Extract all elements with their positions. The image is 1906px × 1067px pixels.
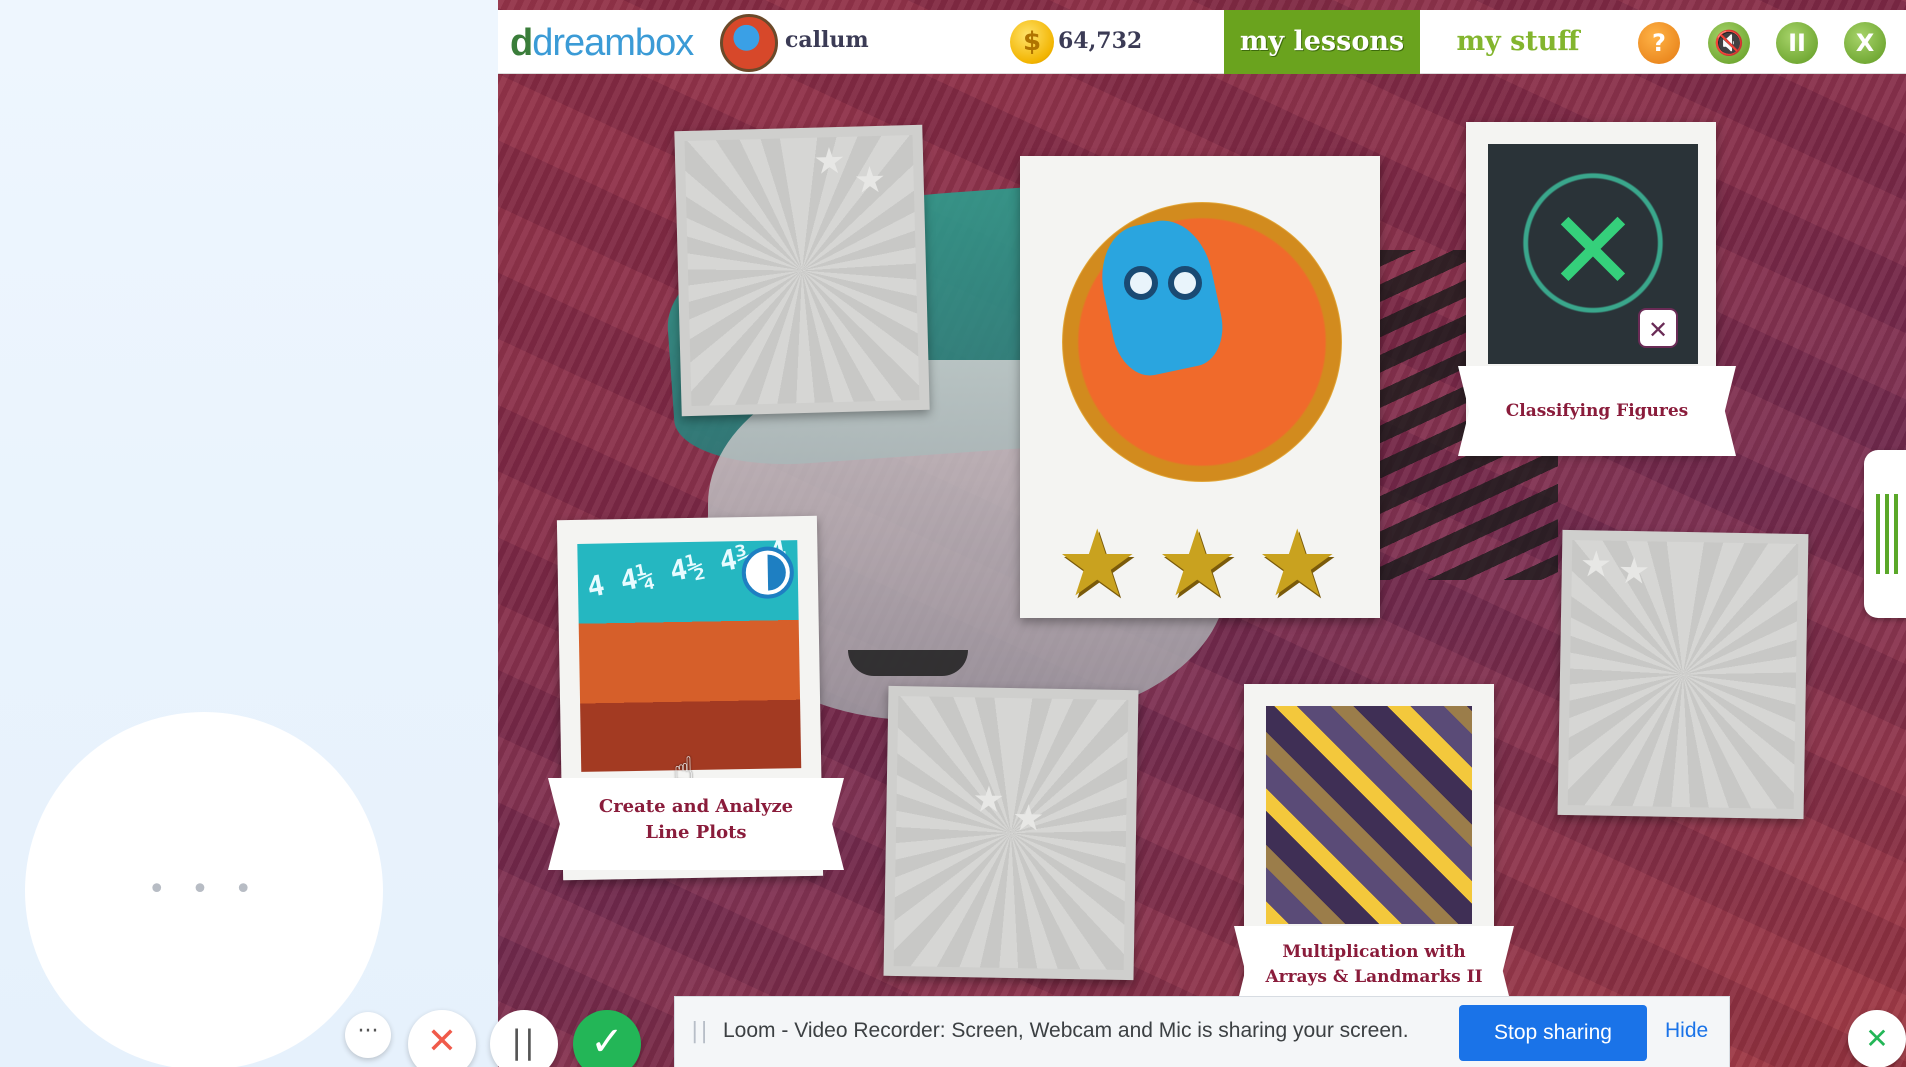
webcam-panel: • • • [0, 0, 498, 1067]
grip-lines-icon [1876, 494, 1900, 574]
locked-lesson-card[interactable]: ★ ★ [674, 124, 930, 417]
lesson-title-ribbon[interactable]: Create and Analyze Line Plots [548, 778, 844, 870]
star-icon: ★ [1056, 510, 1139, 617]
screen-sharing-bar: || Loom - Video Recorder: Screen, Webcam… [674, 996, 1730, 1067]
close-button[interactable]: X [1844, 22, 1886, 64]
star-icon: ★ [1579, 544, 1613, 586]
progress-fill [767, 554, 787, 591]
webcam-loading-dots: • • • [147, 872, 261, 907]
mute-sound-button[interactable]: 🔇 [1708, 22, 1750, 64]
side-panel-tab[interactable] [1864, 450, 1906, 618]
user-avatar[interactable] [720, 14, 778, 72]
tab-my-lessons[interactable]: my lessons [1224, 10, 1420, 74]
star-icon: ★ [853, 159, 887, 202]
star-icon: ★ [1156, 510, 1239, 617]
expand-arrows-icon: ✕ [1546, 187, 1640, 315]
top-bar: ddreambox callum $ 64,732 my lessons my … [498, 10, 1906, 74]
drag-handle-icon[interactable]: || [691, 1019, 710, 1044]
coin-icon: $ [1010, 20, 1054, 64]
lesson-title-line: Arrays & Landmarks II [1265, 967, 1483, 987]
username-label: callum [785, 27, 869, 53]
star-icon: ★ [1617, 550, 1651, 593]
lesson-title-ribbon[interactable]: Classifying Figures [1458, 366, 1736, 456]
locked-lesson-card[interactable]: ★ ★ [1557, 529, 1809, 820]
locked-lesson-card[interactable]: ★ ★ [883, 685, 1139, 981]
hide-link[interactable]: Hide [1665, 1019, 1708, 1043]
lesson-title-line: Line Plots [645, 822, 747, 843]
pause-button[interactable]: II [1776, 22, 1818, 64]
multiplication-arrays-art [1266, 706, 1472, 924]
medal-eye [1168, 266, 1202, 300]
help-button[interactable]: ? [1638, 22, 1680, 64]
dreambox-game-area: ddreambox callum $ 64,732 my lessons my … [498, 0, 1906, 1067]
star-icon: ★ [812, 140, 846, 183]
loom-more-button[interactable]: ··· [345, 1012, 391, 1058]
star-icon: ★ [1011, 798, 1045, 840]
background-character-mouth [848, 650, 968, 676]
star-icon: ★ [972, 779, 1006, 821]
star-icon: ★ [1256, 510, 1339, 617]
sharing-message: Loom - Video Recorder: Screen, Webcam an… [723, 1019, 1409, 1042]
tab-my-stuff[interactable]: my stuff [1428, 10, 1608, 74]
loom-corner-icon[interactable]: ✕ [1848, 1010, 1906, 1067]
medal-eye [1124, 266, 1158, 300]
stop-sharing-button[interactable]: Stop sharing [1459, 1005, 1647, 1061]
featured-lesson-card[interactable]: ★ ★ ★ [1020, 156, 1380, 618]
lesson-title-line: Create and Analyze [598, 796, 794, 817]
dreambox-logo[interactable]: ddreambox [510, 22, 694, 65]
lesson-type-badge-icon: ✕ [1638, 308, 1678, 348]
webcam-bubble[interactable]: • • • [25, 712, 383, 1067]
coin-count: 64,732 [1058, 28, 1143, 54]
lesson-title-line: Multiplication with [1282, 942, 1466, 962]
